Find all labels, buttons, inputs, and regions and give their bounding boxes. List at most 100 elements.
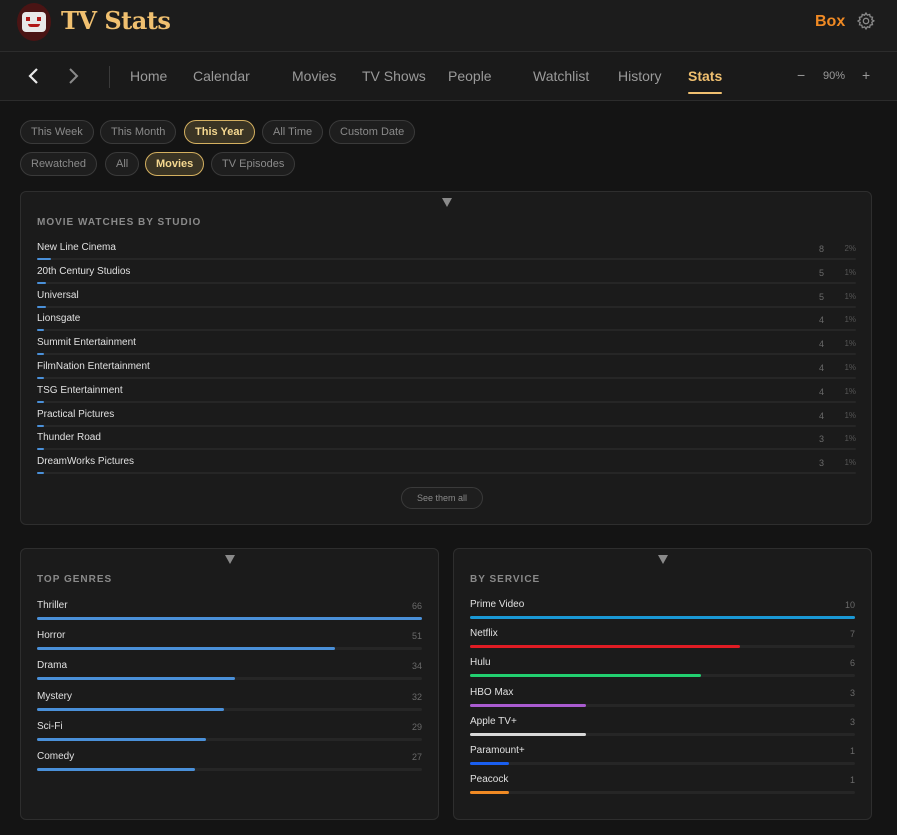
- service-row[interactable]: Hulu 6: [470, 657, 855, 683]
- studio-percent: 2%: [844, 244, 856, 253]
- studio-row[interactable]: Practical Pictures 4 1%: [37, 409, 856, 433]
- service-count: 1: [849, 746, 855, 756]
- service-card: BY SERVICE Prime Video 10 Netflix 7 Hulu 6 HBO…: [453, 548, 872, 820]
- service-bar: [470, 616, 855, 619]
- studio-row[interactable]: FilmNation Entertainment 4 1%: [37, 361, 856, 385]
- nav-stats[interactable]: Stats: [688, 68, 723, 94]
- service-name: Netflix: [470, 628, 498, 640]
- studio-bar-track: [37, 448, 856, 451]
- service-row[interactable]: Paramount+ 1: [470, 745, 855, 771]
- forward-arrow-icon[interactable]: [65, 66, 81, 86]
- studio-card: MOVIE WATCHES BY STUDIO New Line Cinema 8…: [20, 191, 872, 525]
- service-row[interactable]: Apple TV+ 3: [470, 716, 855, 742]
- service-count: 3: [849, 687, 855, 698]
- nav-history[interactable]: History: [618, 68, 662, 84]
- service-row[interactable]: Netflix 7: [470, 628, 855, 654]
- nav-home[interactable]: Home: [130, 68, 167, 84]
- back-arrow-icon[interactable]: [26, 66, 42, 86]
- filter-tv-episodes[interactable]: TV Episodes: [211, 152, 296, 176]
- collapse-caret-icon[interactable]: [658, 555, 668, 564]
- gear-icon[interactable]: [856, 11, 876, 31]
- studio-count: 3: [818, 434, 824, 445]
- studio-name: Universal: [37, 289, 79, 301]
- genre-row[interactable]: Mystery 32: [37, 691, 422, 717]
- nav-watchlist[interactable]: Watchlist: [533, 68, 589, 84]
- studio-name: New Line Cinema: [37, 242, 116, 253]
- genre-name: Drama: [37, 660, 68, 672]
- service-bar-track: [470, 703, 855, 707]
- collapse-caret-icon[interactable]: [225, 555, 235, 564]
- studio-percent: 1%: [844, 315, 856, 325]
- see-all-button[interactable]: See them all: [401, 487, 484, 509]
- user-name[interactable]: Box: [815, 13, 845, 31]
- genre-name: Thriller: [37, 600, 68, 611]
- zoom-out-button[interactable]: −: [797, 67, 805, 83]
- studio-row[interactable]: Summit Entertainment 4 1%: [37, 337, 856, 361]
- genre-bar-track: [37, 617, 422, 620]
- service-bar: [470, 762, 509, 765]
- filter-all-time[interactable]: All Time: [262, 120, 324, 144]
- app-logo[interactable]: [17, 3, 51, 41]
- filter-rewatched[interactable]: Rewatched: [20, 152, 98, 176]
- genre-row[interactable]: Thriller 66: [37, 600, 422, 626]
- genre-row[interactable]: Drama 34: [37, 660, 422, 686]
- genre-bar-track: [37, 707, 422, 711]
- genre-bar: [37, 677, 236, 681]
- filter-all[interactable]: All: [105, 152, 140, 176]
- nav-calendar[interactable]: Calendar: [193, 68, 250, 84]
- service-bar-track: [470, 732, 855, 736]
- genre-bar: [37, 617, 422, 620]
- studio-percent: 1%: [844, 434, 856, 444]
- studio-card-title: MOVIE WATCHES BY STUDIO: [37, 217, 202, 228]
- studio-count: 4: [818, 363, 824, 373]
- studio-percent: 1%: [844, 386, 856, 396]
- filter-this-year[interactable]: This Year: [184, 120, 255, 144]
- studio-row[interactable]: Lionsgate 4 1%: [37, 313, 856, 337]
- genre-count: 29: [411, 721, 422, 732]
- filter-this-week[interactable]: This Week: [20, 120, 94, 144]
- service-name: Apple TV+: [470, 715, 517, 727]
- studio-row[interactable]: DreamWorks Pictures 3 1%: [37, 456, 856, 480]
- genre-bar: [37, 737, 207, 741]
- service-row[interactable]: Peacock 1: [470, 774, 855, 800]
- studio-count: 4: [818, 410, 824, 421]
- filter-this-month[interactable]: This Month: [100, 120, 177, 144]
- studio-bar: [37, 329, 44, 332]
- studio-row[interactable]: TSG Entertainment 4 1%: [37, 385, 856, 409]
- studio-name: DreamWorks Pictures: [37, 456, 135, 468]
- genre-row[interactable]: Sci-Fi 29: [37, 721, 422, 747]
- service-row[interactable]: HBO Max 3: [470, 687, 855, 713]
- genres-card-title: TOP GENRES: [37, 574, 113, 585]
- top-bar: TV Stats Box: [0, 0, 897, 52]
- studio-row[interactable]: Universal 5 1%: [37, 290, 856, 314]
- studio-name: TSG Entertainment: [37, 384, 123, 396]
- service-count: 6: [849, 658, 855, 669]
- service-name: Prime Video: [470, 599, 525, 610]
- app-title: TV Stats: [61, 6, 171, 35]
- studio-bar-track: [37, 400, 856, 403]
- zoom-in-button[interactable]: +: [862, 67, 870, 83]
- studio-row[interactable]: New Line Cinema 8 2%: [37, 242, 856, 266]
- nav-people[interactable]: People: [448, 68, 492, 84]
- nav-movies[interactable]: Movies: [292, 68, 336, 84]
- studio-row[interactable]: Thunder Road 3 1%: [37, 432, 856, 456]
- service-count: 7: [849, 629, 855, 640]
- genre-name: Horror: [37, 630, 66, 642]
- studio-name: 20th Century Studios: [37, 265, 131, 277]
- genre-bar: [37, 768, 195, 771]
- studio-name: Thunder Road: [37, 432, 101, 444]
- studio-bar-track: [37, 281, 856, 284]
- studio-count: 4: [818, 315, 824, 326]
- studio-row[interactable]: 20th Century Studios 5 1%: [37, 266, 856, 290]
- filter-movies[interactable]: Movies: [145, 152, 205, 176]
- filter-custom-date[interactable]: Custom Date: [329, 120, 416, 144]
- genres-card: TOP GENRES Thriller 66 Horror 51 Drama 34 Myst…: [20, 548, 439, 820]
- collapse-caret-icon[interactable]: [442, 198, 452, 207]
- studio-name: Practical Pictures: [37, 408, 115, 420]
- genre-row[interactable]: Horror 51: [37, 630, 422, 656]
- studio-bar: [37, 353, 44, 356]
- genre-count: 66: [411, 601, 422, 611]
- genre-row[interactable]: Comedy 27: [37, 751, 422, 777]
- service-row[interactable]: Prime Video 10: [470, 599, 855, 625]
- nav-tv-shows[interactable]: TV Shows: [362, 68, 426, 84]
